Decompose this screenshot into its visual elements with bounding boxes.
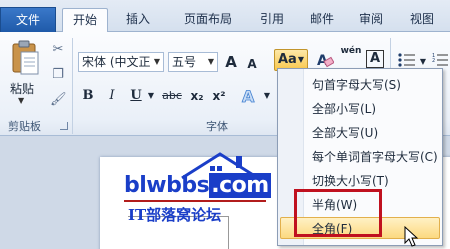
chevron-down-icon[interactable]: ▼ bbox=[205, 53, 217, 71]
tab-insert[interactable]: 插入 bbox=[118, 8, 158, 32]
tab-view[interactable]: 视图 bbox=[402, 8, 442, 32]
clipboard-group-label: 剪贴板 bbox=[8, 120, 41, 133]
font-size-combo[interactable]: 五号 ▼ bbox=[168, 52, 218, 72]
cut-icon[interactable]: ✂ bbox=[50, 42, 66, 58]
clipboard-dialog-launcher[interactable] bbox=[60, 122, 68, 130]
tab-review[interactable]: 审阅 bbox=[351, 8, 391, 32]
logo-domain-tld: .com bbox=[209, 173, 271, 198]
bullets-icon[interactable] bbox=[398, 52, 416, 68]
logo-subtitle: IT部落窝论坛 bbox=[128, 206, 222, 224]
change-case-label: Aa bbox=[278, 52, 297, 67]
page-margin-corner bbox=[228, 216, 229, 249]
chevron-down-icon[interactable]: ▼ bbox=[151, 53, 163, 71]
tab-home[interactable]: 开始 bbox=[62, 8, 108, 33]
text-effects-icon[interactable]: A bbox=[240, 86, 262, 106]
ribbon-tab-bar: 文件 开始 插入 页面布局 引用 邮件 审阅 视图 bbox=[0, 0, 450, 33]
clear-formatting-icon[interactable]: A bbox=[316, 50, 334, 70]
paste-icon[interactable] bbox=[10, 40, 40, 76]
font-name-combo[interactable]: 宋体 (中文正3 ▼ bbox=[78, 52, 164, 72]
subscript-button[interactable]: x₂ bbox=[188, 86, 206, 106]
superscript-button[interactable]: x² bbox=[210, 86, 228, 106]
tab-references[interactable]: 引用 bbox=[252, 8, 292, 32]
shrink-font-button[interactable]: A bbox=[244, 54, 260, 74]
strikethrough-button[interactable]: abc bbox=[160, 86, 184, 106]
font-name-value: 宋体 (中文正3 bbox=[82, 55, 159, 69]
paste-dropdown-icon[interactable]: ▼ bbox=[18, 96, 24, 105]
underline-button[interactable]: U bbox=[128, 86, 144, 106]
paste-button[interactable]: 粘贴 bbox=[10, 80, 34, 97]
mouse-cursor-icon bbox=[404, 226, 419, 247]
tab-mailings[interactable]: 邮件 bbox=[302, 8, 342, 32]
annotation-highlight-box bbox=[294, 189, 382, 237]
menu-item-lowercase[interactable]: 全部小写(L) bbox=[312, 98, 376, 120]
copy-icon[interactable]: ❐ bbox=[50, 67, 66, 83]
tab-file[interactable]: 文件 bbox=[0, 7, 56, 32]
logo-underline bbox=[124, 200, 266, 202]
chevron-down-icon[interactable]: ▼ bbox=[146, 86, 156, 106]
logo-domain-main: blwbbs bbox=[124, 173, 210, 198]
numbering-icon[interactable]: 12 bbox=[432, 52, 448, 68]
character-border-button[interactable]: A bbox=[366, 50, 384, 68]
menu-item-sentence-case[interactable]: 句首字母大写(S) bbox=[312, 74, 401, 96]
menu-item-capitalize-each-word[interactable]: 每个单词首字母大写(C) bbox=[312, 146, 438, 168]
phonetic-guide-button[interactable]: wén bbox=[340, 46, 362, 66]
group-separator bbox=[72, 38, 73, 134]
svg-text:A: A bbox=[242, 87, 255, 106]
menu-item-uppercase[interactable]: 全部大写(U) bbox=[312, 122, 378, 144]
chevron-down-icon: ▼ bbox=[297, 55, 304, 64]
grow-font-button[interactable]: A bbox=[222, 52, 240, 72]
font-group-label: 字体 bbox=[206, 120, 228, 133]
logo-domain: blwbbs.com bbox=[124, 173, 271, 198]
bold-button[interactable]: B bbox=[80, 86, 96, 106]
italic-button[interactable]: I bbox=[104, 86, 120, 106]
svg-text:2: 2 bbox=[432, 58, 435, 64]
font-size-value: 五号 bbox=[172, 55, 197, 69]
tab-page-layout[interactable]: 页面布局 bbox=[170, 8, 246, 32]
chevron-down-icon[interactable]: ▼ bbox=[262, 86, 272, 106]
format-painter-icon[interactable]: 🖌 bbox=[50, 92, 67, 108]
